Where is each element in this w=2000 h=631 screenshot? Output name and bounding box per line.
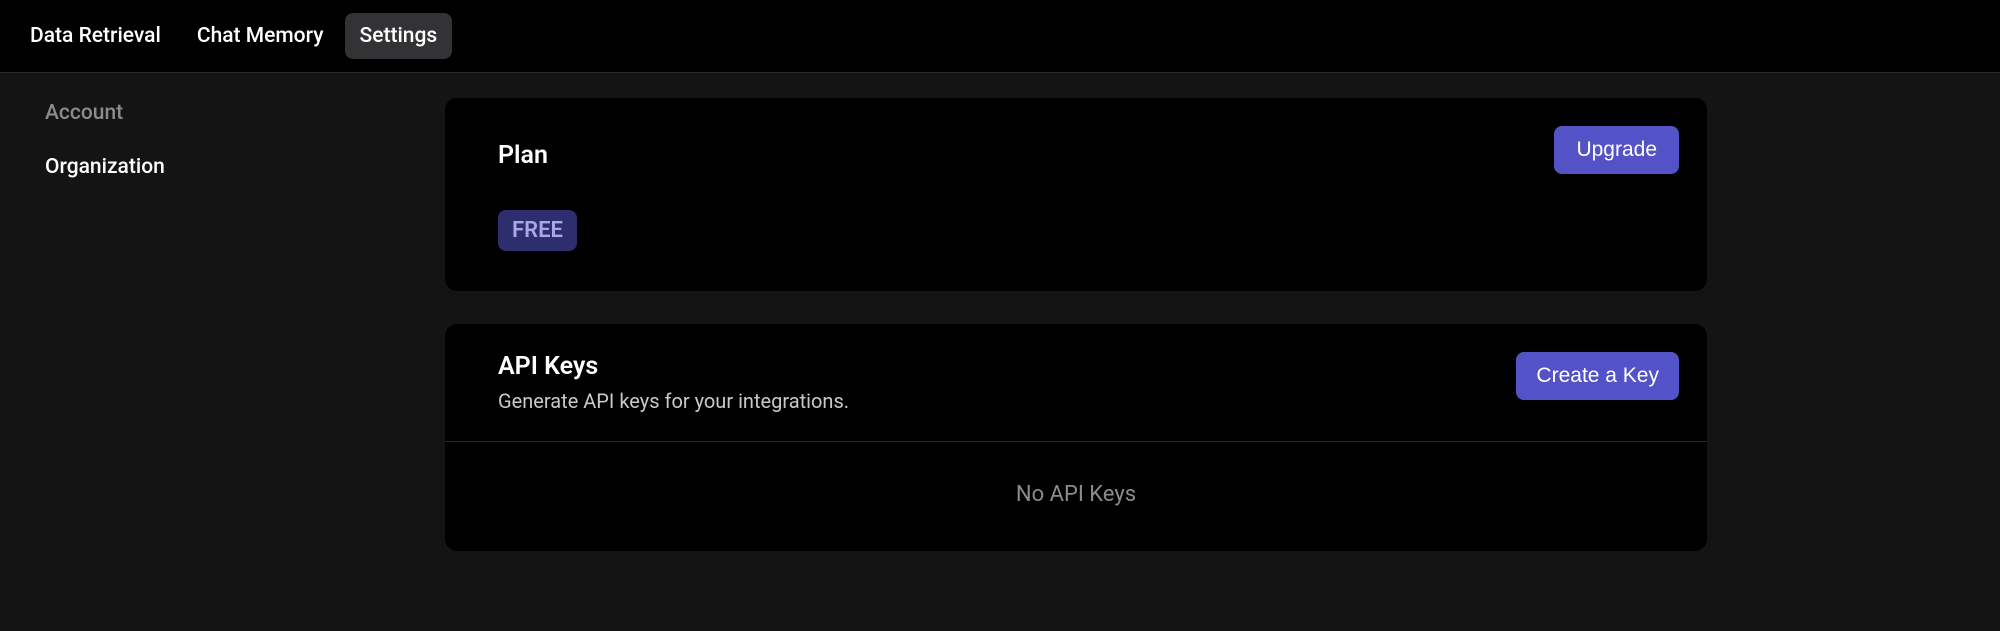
api-keys-subtitle: Generate API keys for your integrations.	[498, 389, 849, 413]
api-keys-empty-message: No API Keys	[445, 442, 1707, 551]
api-keys-header: API Keys Generate API keys for your inte…	[445, 324, 1707, 442]
sidebar-item-account[interactable]: Account	[45, 101, 445, 125]
api-keys-card: API Keys Generate API keys for your inte…	[445, 324, 1707, 551]
upgrade-button[interactable]: Upgrade	[1554, 126, 1679, 174]
nav-item-settings[interactable]: Settings	[345, 13, 453, 59]
sidebar-item-organization[interactable]: Organization	[45, 155, 445, 179]
api-keys-title-group: API Keys Generate API keys for your inte…	[498, 352, 849, 413]
main-content: Plan Upgrade FREE API Keys Generate API …	[445, 73, 2000, 631]
api-keys-title: API Keys	[498, 352, 849, 381]
plan-header: Plan Upgrade	[498, 126, 1679, 174]
plan-title: Plan	[498, 141, 548, 170]
nav-item-data-retrieval[interactable]: Data Retrieval	[15, 13, 176, 59]
sidebar: Account Organization	[0, 73, 445, 631]
nav-item-chat-memory[interactable]: Chat Memory	[182, 13, 339, 59]
top-nav: Data Retrieval Chat Memory Settings	[0, 0, 2000, 73]
content-wrapper: Account Organization Plan Upgrade FREE A…	[0, 73, 2000, 631]
plan-badge: FREE	[498, 210, 577, 251]
create-key-button[interactable]: Create a Key	[1516, 352, 1679, 400]
plan-card: Plan Upgrade FREE	[445, 98, 1707, 291]
